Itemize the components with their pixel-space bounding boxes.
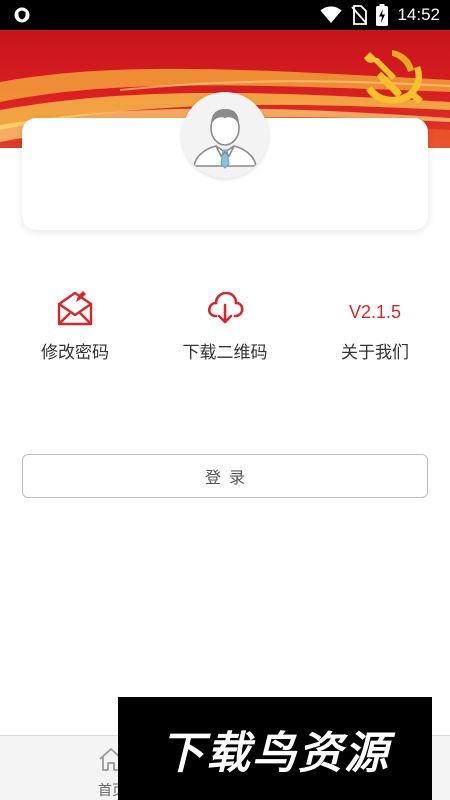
battery-charging-icon (376, 4, 389, 26)
wifi-icon (320, 6, 342, 23)
watermark-text: 下载鸟资源 (160, 727, 390, 779)
avatar[interactable] (182, 92, 268, 178)
change-password-label: 修改密码 (41, 343, 109, 363)
about-us-label: 关于我们 (341, 343, 409, 363)
no-sim-icon (351, 5, 368, 25)
menu-row: 修改密码 下载二维码 V2.1.5 关于我们 (0, 288, 450, 368)
cloud-download-icon (207, 291, 244, 324)
about-us-item[interactable]: V2.1.5 关于我们 (300, 288, 450, 368)
status-icons: 14:52 (320, 4, 440, 26)
download-qr-label: 下载二维码 (182, 343, 268, 363)
status-bar: 14:52 (0, 0, 450, 30)
login-button-label: 登录 (204, 468, 253, 487)
user-avatar-icon (182, 92, 268, 178)
envelope-pen-icon (57, 291, 93, 326)
status-time: 14:52 (397, 5, 440, 24)
login-button[interactable]: 登录 (22, 454, 428, 498)
change-password-item[interactable]: 修改密码 (0, 288, 150, 368)
shield-notification-icon (14, 7, 30, 23)
download-qr-item[interactable]: 下载二维码 (150, 288, 300, 368)
party-emblem-icon (364, 50, 423, 104)
watermark-overlay: 下载鸟资源 (118, 697, 432, 800)
version-text: V2.1.5 (348, 302, 402, 322)
